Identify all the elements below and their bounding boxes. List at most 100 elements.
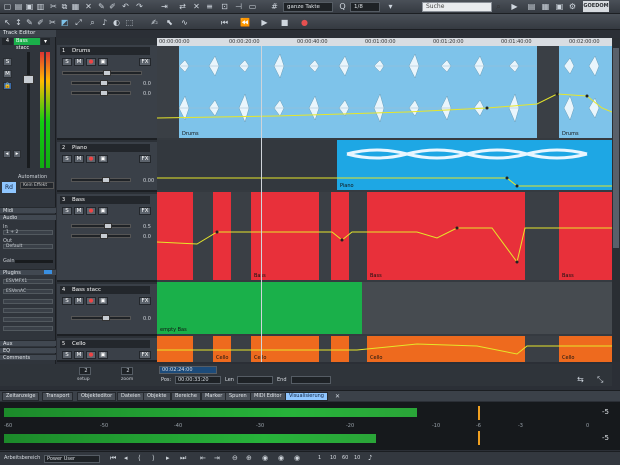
tab-bereiche[interactable]: Bereiche [171,392,201,401]
curve-icon[interactable]: ◩ [60,18,69,27]
undo-icon[interactable]: ↶ [121,2,130,11]
tab-transport[interactable]: Transport [42,392,74,401]
mute-tool-icon[interactable]: ◐ [112,18,121,27]
zoom-icon[interactable]: ⌕ [88,18,97,27]
tab-zeitanzeige[interactable]: Zeitanzeige [2,392,40,401]
setup-left-field[interactable]: 2 [79,367,91,375]
scrollbar-thumb[interactable] [613,48,619,248]
transport-stop-icon[interactable]: ■ [280,18,289,27]
end-field[interactable] [291,376,331,384]
mute-button[interactable]: M [74,155,84,163]
mute-button[interactable]: M [74,207,84,215]
prev-icon[interactable]: ⏮ [110,455,116,462]
mute-button[interactable]: M [74,58,84,66]
solo-button[interactable]: S [62,58,72,66]
record-arm-icon[interactable]: ● [86,207,96,215]
quantize-dropdown[interactable]: 1/8 [350,2,380,12]
grid-icon[interactable]: ▭ [248,2,257,11]
arrangement-lanes[interactable]: Drums Drums Piano Bass Bass Bass empty B… [157,46,612,362]
cut-icon[interactable]: ✂ [49,2,58,11]
save-icon[interactable]: ▣ [25,2,34,11]
shuffle-icon[interactable]: ⇄ [178,2,187,11]
play-mode-icon[interactable]: ▶ [510,2,519,11]
hash-grid-icon[interactable]: # [270,2,279,11]
open-folder-icon[interactable]: ▤ [14,2,23,11]
listen-icon[interactable]: ♪ [100,18,109,27]
view-toggle-3-icon[interactable]: ◉ [294,455,300,462]
speaker-icon[interactable]: ♪ [368,455,372,462]
save-as-icon[interactable]: ▥ [36,2,45,11]
record-arm-icon[interactable]: ● [86,297,96,305]
solo-button[interactable]: S [62,155,72,163]
record-arm-icon[interactable]: ● [86,155,96,163]
section-aux[interactable]: Aux [0,340,56,347]
pan-slider[interactable] [71,80,131,86]
lock-icon[interactable]: ▣ [98,155,108,163]
fx-button[interactable]: FX [139,155,151,163]
record-arm-icon[interactable]: ● [86,58,96,66]
read-button[interactable]: Rd [2,182,16,193]
close-tab-icon[interactable]: ✕ [335,393,340,400]
tool-icon[interactable]: ✐ [108,2,117,11]
layout-icon[interactable]: ▤ [527,2,536,11]
fx-button[interactable]: FX [139,297,151,305]
track-header-bass[interactable]: 3 Bass S M ● ▣ FX 0.5 0.0 [57,194,157,282]
volume-slider[interactable] [71,315,131,321]
lane-cello[interactable]: Cello Cello Cello Cello [157,336,612,362]
jump-end-icon[interactable]: ⇥ [214,455,220,462]
lock-icon[interactable]: ▣ [98,297,108,305]
window-icon[interactable]: ▣ [555,2,564,11]
cursor-tool-icon[interactable]: ⬉ [165,18,174,27]
quantize-icon[interactable]: Q [338,2,347,11]
zoom-out-icon[interactable]: ⊖ [232,455,238,462]
bass-automation-curve[interactable] [157,192,612,280]
plugin-slot-5[interactable] [3,317,53,322]
marker-icon[interactable]: ▾ [386,2,395,11]
track-name[interactable]: 1 Drums [60,47,150,55]
solo-button[interactable]: S [62,207,72,215]
view-toggle-1-icon[interactable]: ◉ [262,455,268,462]
volume-slider[interactable] [71,177,131,183]
track-menu-icon[interactable]: ▾ [41,38,50,45]
drums-automation-curve[interactable] [157,46,612,138]
pointer-icon[interactable]: ↖ [3,18,12,27]
piano-automation-curve[interactable] [157,140,612,190]
range-pointer-icon[interactable]: ↕ [14,18,23,27]
draw-icon[interactable]: ✍ [150,18,159,27]
track-header-piano[interactable]: 2 Piano S M ● ▣ FX 0.00 [57,142,157,192]
aux-slider[interactable] [71,90,131,96]
track-header-drums[interactable]: 1 Drums S M ● ▣ FX 0.0 0.0 [57,45,157,140]
pan-right-button[interactable]: ▸ [13,150,21,158]
track-name-field[interactable]: Bass stacc [14,38,40,51]
solo-button[interactable]: S [3,58,12,66]
loop-icon[interactable]: ≡ [205,2,214,11]
automation-mode-dropdown[interactable]: Kein Effekt [20,182,54,189]
plugin-slot-4[interactable] [3,308,53,313]
section-midi[interactable]: Midi [0,207,56,214]
lock-icon[interactable]: ▣ [98,207,108,215]
view-icon[interactable]: ▦ [541,2,550,11]
forward-icon[interactable]: ⟩ [152,455,155,462]
track-name[interactable]: 3 Bass [60,196,150,204]
copy-icon[interactable]: ⧉ [60,2,69,11]
zoom-10b[interactable]: 10 [354,455,360,461]
record-arm-icon[interactable]: ● [86,351,96,359]
section-comments[interactable]: Comments [0,354,56,361]
search-input[interactable]: Suche [422,2,492,12]
jump-start-icon[interactable]: ⇤ [200,455,206,462]
lock-icon[interactable]: ▣ [98,351,108,359]
pos-field[interactable]: 00:00:33:20 [175,376,221,384]
cello-automation-curve[interactable] [157,336,612,362]
tab-spuren[interactable]: Spuren [225,392,251,401]
solo-button[interactable]: S [62,351,72,359]
fastforward-icon[interactable]: ▸ [166,455,170,462]
tab-marker[interactable]: Marker [201,392,227,401]
zoom-fit-icon[interactable]: ⤡ [597,375,603,385]
paste-icon[interactable]: ▦ [71,2,80,11]
time-ruler[interactable]: 00:00:00:00 00:00:20:00 00:00:40:00 00:0… [157,38,612,46]
pencil-icon[interactable]: ✎ [25,18,34,27]
gain-slider[interactable] [15,260,53,263]
len-field[interactable] [237,376,273,384]
lane-bass-stacc[interactable]: empty Bas [157,282,612,334]
lock-button[interactable]: 🔒 [3,82,12,90]
